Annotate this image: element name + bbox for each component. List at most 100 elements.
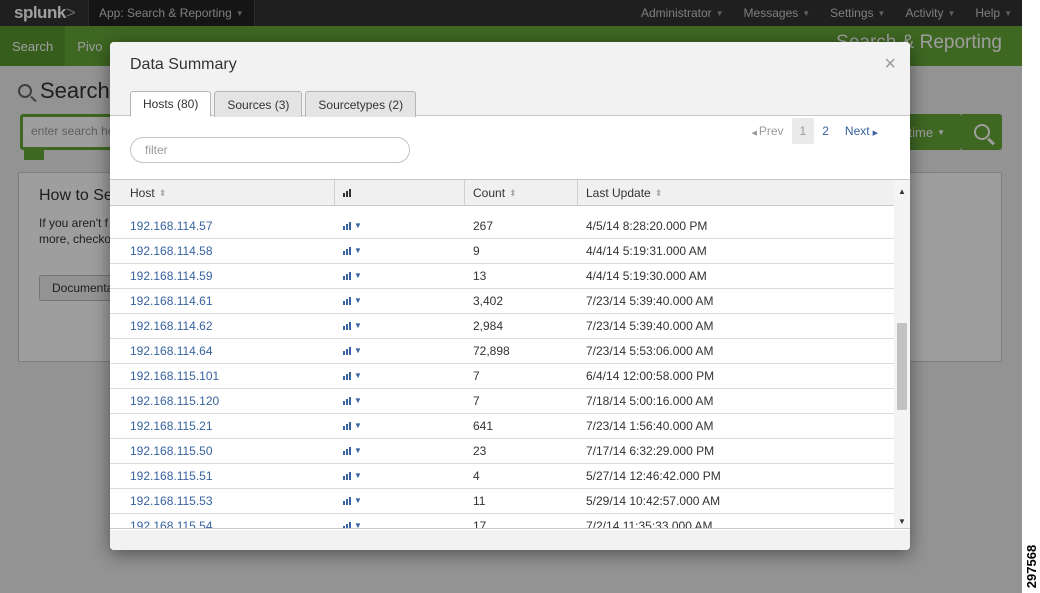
figure-number: 297568 <box>1024 540 1040 593</box>
last-update-cell: 7/23/14 5:39:40.000 AM <box>586 319 714 333</box>
count-cell: 7 <box>473 394 480 408</box>
count-cell: 4 <box>473 469 480 483</box>
hosts-table: Host ⬍ Count ⬍ Last Update ⬍ 192.168.114.57… <box>110 179 910 529</box>
chevron-down-icon: ▼ <box>354 471 362 480</box>
table-scrollbar[interactable]: ▲ ▼ <box>894 180 910 528</box>
chevron-down-icon: ▼ <box>354 521 362 529</box>
column-header-last-update[interactable]: Last Update ⬍ <box>578 180 894 206</box>
table-row: 192.168.114.61 ▼ 3,402 7/23/14 5:39:40.000 … <box>110 289 894 314</box>
sparkline-cell: ▼ <box>335 339 465 363</box>
bar-chart-icon[interactable]: ▼ <box>343 372 362 380</box>
sparkline-cell: ▼ <box>335 314 465 338</box>
host-link[interactable]: 192.168.114.61 <box>110 289 335 313</box>
last-update-cell: 5/29/14 10:42:57.000 AM <box>586 494 721 508</box>
tab-hosts[interactable]: Hosts (80) <box>130 91 212 117</box>
table-body: 192.168.114.57 ▼ 267 4/5/14 8:28:20.000 PM 1… <box>110 214 894 529</box>
next-page-button[interactable]: Next ▶ <box>837 124 882 138</box>
table-row: 192.168.114.59 ▼ 13 4/4/14 5:19:30.000 AM <box>110 264 894 289</box>
prev-page-button[interactable]: ◀ Prev <box>743 124 791 138</box>
table-header: Host ⬍ Count ⬍ Last Update ⬍ <box>110 180 894 206</box>
count-cell: 3,402 <box>473 294 504 308</box>
table-row: 192.168.114.62 ▼ 2,984 7/23/14 5:39:40.000 … <box>110 314 894 339</box>
scroll-up-icon[interactable]: ▲ <box>894 184 910 198</box>
bar-chart-icon[interactable]: ▼ <box>343 222 362 230</box>
bar-chart-icon[interactable]: ▼ <box>343 297 362 305</box>
column-header-host[interactable]: Host ⬍ <box>110 180 335 206</box>
chevron-down-icon: ▼ <box>354 296 362 305</box>
bar-chart-icon[interactable]: ▼ <box>343 247 362 255</box>
sparkline-cell: ▼ <box>335 389 465 413</box>
bar-chart-icon[interactable]: ▼ <box>343 422 362 430</box>
sparkline-cell: ▼ <box>335 214 465 238</box>
host-link[interactable]: 192.168.115.21 <box>110 414 335 438</box>
last-update-cell: 7/23/14 5:39:40.000 AM <box>586 294 714 308</box>
chevron-down-icon: ▼ <box>354 271 362 280</box>
table-row: 192.168.115.120 ▼ 7 7/18/14 5:00:16.000 AM <box>110 389 894 414</box>
bar-chart-icon[interactable]: ▼ <box>343 272 362 280</box>
sparkline-cell: ▼ <box>335 514 465 529</box>
column-header-sparkline <box>335 180 465 206</box>
bar-chart-icon[interactable]: ▼ <box>343 322 362 330</box>
last-update-cell: 7/2/14 11:35:33.000 AM <box>586 519 713 529</box>
host-link[interactable]: 192.168.114.58 <box>110 239 335 263</box>
last-update-cell: 7/18/14 5:00:16.000 AM <box>586 394 714 408</box>
pagination: ◀ Prev 1 2 Next ▶ <box>743 118 882 144</box>
column-header-count[interactable]: Count ⬍ <box>465 180 578 206</box>
bar-chart-icon <box>343 189 352 197</box>
chevron-down-icon: ▼ <box>354 221 362 230</box>
last-update-cell: 4/4/14 5:19:30.000 AM <box>586 269 707 283</box>
page-1-button[interactable]: 1 <box>791 118 815 144</box>
host-link[interactable]: 192.168.115.50 <box>110 439 335 463</box>
host-link[interactable]: 192.168.115.54 <box>110 514 335 528</box>
figure-number-text: 297568 <box>1024 544 1040 589</box>
bar-chart-icon[interactable]: ▼ <box>343 497 362 505</box>
bar-chart-icon[interactable]: ▼ <box>343 397 362 405</box>
filter-input[interactable] <box>130 137 410 163</box>
tab-sourcetypes[interactable]: Sourcetypes (2) <box>305 91 417 117</box>
host-link[interactable]: 192.168.114.59 <box>110 264 335 288</box>
screen: splunk > App: Search & Reporting ▼ Adminis… <box>0 0 1022 593</box>
last-update-cell: 7/23/14 1:56:40.000 AM <box>586 419 714 433</box>
table-row: 192.168.115.50 ▼ 23 7/17/14 6:32:29.000 PM <box>110 439 894 464</box>
bar-chart-icon[interactable]: ▼ <box>343 521 362 529</box>
last-update-cell: 7/17/14 6:32:29.000 PM <box>586 444 715 458</box>
chevron-right-icon: ▶ <box>872 130 878 137</box>
host-link[interactable]: 192.168.115.53 <box>110 489 335 513</box>
sparkline-cell: ▼ <box>335 264 465 288</box>
column-header-label: Count <box>473 186 506 200</box>
sparkline-cell: ▼ <box>335 439 465 463</box>
last-update-cell: 5/27/14 12:46:42.000 PM <box>586 469 721 483</box>
host-link[interactable]: 192.168.114.62 <box>110 314 335 338</box>
scrollbar-thumb[interactable] <box>897 323 907 410</box>
table-row: 192.168.115.54 ▼ 17 7/2/14 11:35:33.000 AM <box>110 514 894 529</box>
column-header-label: Last Update <box>586 186 651 200</box>
host-link[interactable]: 192.168.115.101 <box>110 364 335 388</box>
host-link[interactable]: 192.168.115.51 <box>110 464 335 488</box>
table-row: 192.168.114.64 ▼ 72,898 7/23/14 5:53:06.000… <box>110 339 894 364</box>
bar-chart-icon[interactable]: ▼ <box>343 447 362 455</box>
chevron-down-icon: ▼ <box>354 371 362 380</box>
page-2-button[interactable]: 2 <box>814 118 837 144</box>
host-link[interactable]: 192.168.115.120 <box>110 389 335 413</box>
chevron-left-icon: ◀ <box>751 130 757 137</box>
host-link[interactable]: 192.168.114.64 <box>110 339 335 363</box>
bar-chart-icon[interactable]: ▼ <box>343 347 362 355</box>
data-summary-modal: Data Summary × Hosts (80) Sources (3) So… <box>110 42 910 550</box>
bar-chart-icon[interactable]: ▼ <box>343 472 362 480</box>
sparkline-cell: ▼ <box>335 364 465 388</box>
last-update-cell: 4/5/14 8:28:20.000 PM <box>586 219 708 233</box>
tab-sources[interactable]: Sources (3) <box>214 91 303 117</box>
host-link[interactable]: 192.168.114.57 <box>110 214 335 238</box>
table-row: 192.168.115.21 ▼ 641 7/23/14 1:56:40.000 AM <box>110 414 894 439</box>
close-icon[interactable]: × <box>884 54 896 74</box>
count-cell: 11 <box>473 494 486 508</box>
sort-icon: ⬍ <box>509 187 517 198</box>
sparkline-cell: ▼ <box>335 464 465 488</box>
chevron-down-icon: ▼ <box>354 246 362 255</box>
chevron-down-icon: ▼ <box>354 346 362 355</box>
scroll-down-icon[interactable]: ▼ <box>894 514 910 528</box>
table-row: 192.168.115.101 ▼ 7 6/4/14 12:00:58.000 PM <box>110 364 894 389</box>
last-update-cell: 4/4/14 5:19:31.000 AM <box>586 244 707 258</box>
count-cell: 17 <box>473 519 487 529</box>
sparkline-cell: ▼ <box>335 289 465 313</box>
